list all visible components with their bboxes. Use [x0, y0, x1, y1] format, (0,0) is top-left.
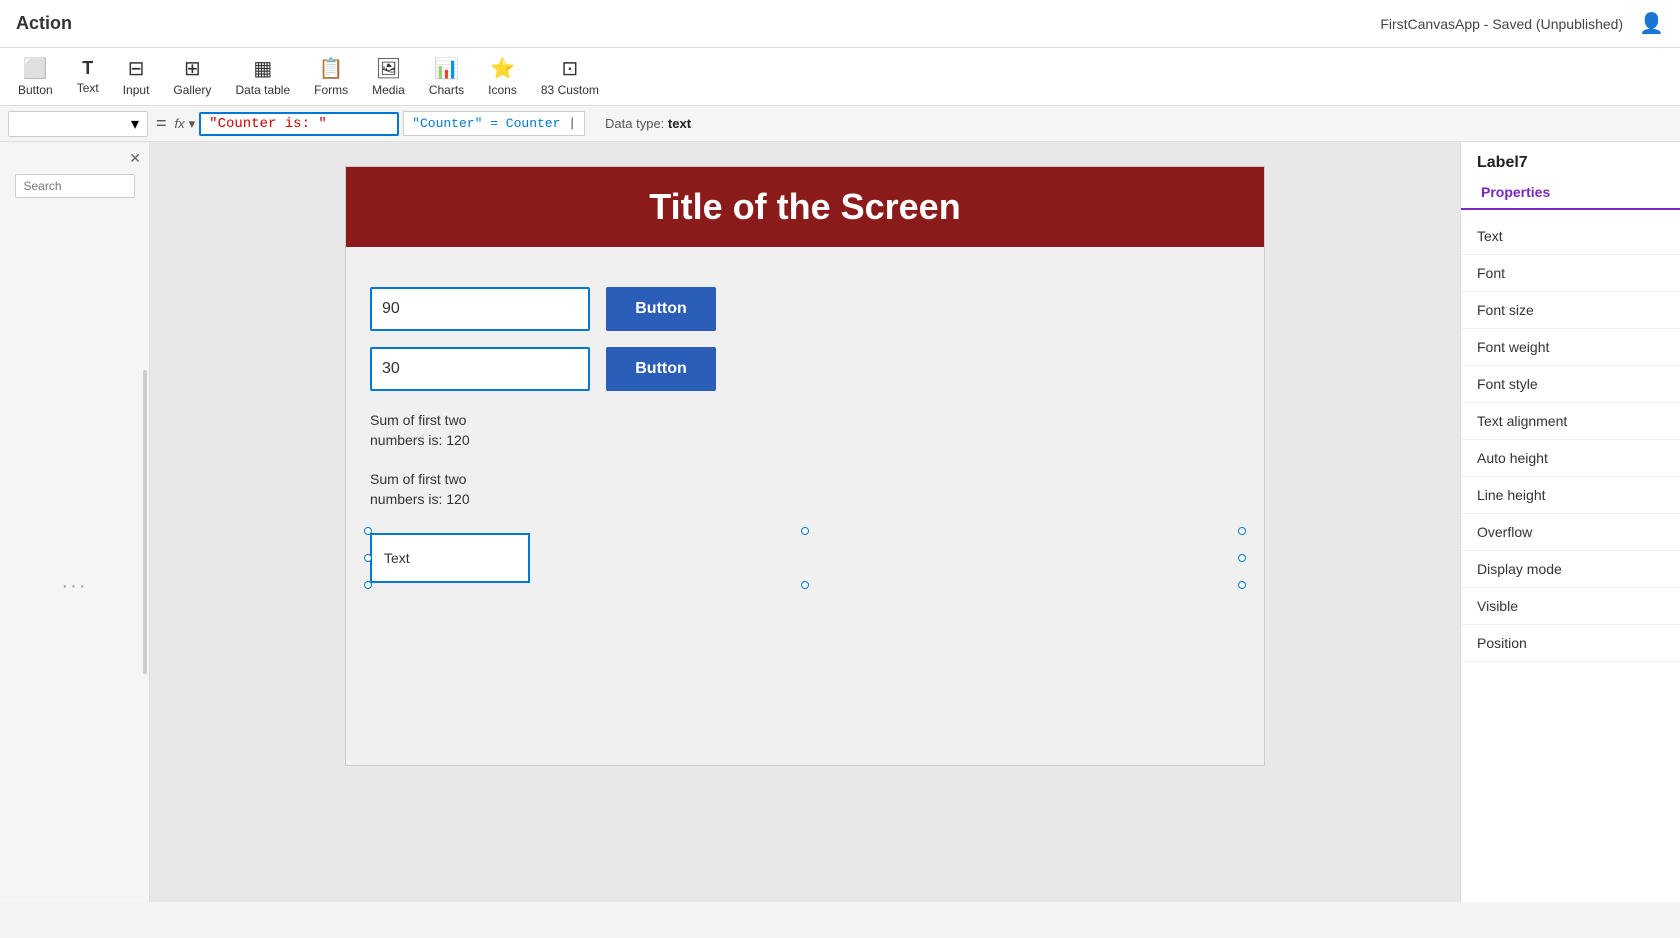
- handle-bottom-right[interactable]: [1238, 581, 1246, 589]
- screen-title: Title of the Screen: [649, 186, 960, 228]
- scrollbar[interactable]: [143, 370, 147, 674]
- handle-middle-left[interactable]: [364, 554, 372, 562]
- custom-icon: ⊡: [562, 56, 579, 81]
- property-position[interactable]: Position: [1461, 625, 1680, 662]
- property-line-height[interactable]: Line height: [1461, 477, 1680, 514]
- button-icon: ⬜: [23, 56, 48, 81]
- close-button[interactable]: ✕: [129, 150, 141, 167]
- equals-icon: =: [156, 113, 167, 134]
- property-font-size[interactable]: Font size: [1461, 292, 1680, 329]
- left-panel: ✕ ···: [0, 142, 150, 902]
- selected-text-element-wrapper[interactable]: Text: [370, 533, 1240, 583]
- ribbon-gallery-label: Gallery: [173, 83, 211, 97]
- selection-handles: [364, 527, 1246, 589]
- autocomplete-text: "Counter" = Counter: [412, 116, 560, 131]
- handle-bottom-middle[interactable]: [801, 581, 809, 589]
- formula-input[interactable]: "Counter is: ": [199, 112, 399, 136]
- property-auto-height[interactable]: Auto height: [1461, 440, 1680, 477]
- fx-label: fx: [175, 116, 185, 131]
- input-row-1: Button: [370, 287, 1240, 331]
- ribbon-charts-label: Charts: [429, 83, 464, 97]
- handle-top-middle[interactable]: [801, 527, 809, 535]
- action-label: Action: [16, 13, 72, 34]
- ribbon-icons[interactable]: ⭐ Icons: [478, 52, 527, 102]
- title-bar-right: FirstCanvasApp - Saved (Unpublished) 👤: [1380, 11, 1664, 36]
- ribbon-forms[interactable]: 📋 Forms: [304, 52, 358, 102]
- ribbon-datatable-label: Data table: [235, 83, 290, 97]
- ribbon-custom-label: 83 Custom: [541, 83, 599, 97]
- ribbon-icons-label: Icons: [488, 83, 517, 97]
- canvas-area: Title of the Screen Button Button Sum of…: [150, 142, 1460, 902]
- forms-icon: 📋: [319, 56, 344, 81]
- more-items-indicator: ···: [62, 575, 88, 598]
- property-font-style[interactable]: Font style: [1461, 366, 1680, 403]
- handle-top-left[interactable]: [364, 527, 372, 535]
- property-dropdown-value: [17, 116, 127, 131]
- property-text-alignment[interactable]: Text alignment: [1461, 403, 1680, 440]
- ribbon-text[interactable]: T Text: [67, 52, 109, 102]
- input-1[interactable]: [370, 287, 590, 331]
- sum-label-2: Sum of first two numbers is: 120: [370, 470, 1240, 509]
- ribbon-forms-label: Forms: [314, 83, 348, 97]
- chevron-down-icon: ▾: [131, 114, 139, 134]
- right-panel-title: Label7: [1461, 142, 1680, 176]
- property-font-weight[interactable]: Font weight: [1461, 329, 1680, 366]
- title-bar: Action FirstCanvasApp - Saved (Unpublish…: [0, 0, 1680, 48]
- ribbon-media-label: Media: [372, 83, 405, 97]
- charts-icon: 📊: [434, 56, 459, 81]
- ribbon-datatable[interactable]: ▦ Data table: [225, 52, 300, 102]
- handle-top-right[interactable]: [1238, 527, 1246, 535]
- ribbon-custom[interactable]: ⊡ 83 Custom: [531, 52, 609, 102]
- property-text[interactable]: Text: [1461, 218, 1680, 255]
- right-panel: Label7 Properties Text Font Font size Fo…: [1460, 142, 1680, 902]
- data-type-label: Data type: text: [605, 116, 691, 131]
- user-icon[interactable]: 👤: [1639, 11, 1664, 36]
- text-icon: T: [82, 58, 93, 79]
- data-type-value: text: [668, 116, 691, 131]
- input-2[interactable]: [370, 347, 590, 391]
- input-icon: ⊟: [128, 56, 145, 81]
- fx-chevron-icon: ▾: [189, 116, 196, 132]
- property-font[interactable]: Font: [1461, 255, 1680, 292]
- screen-title-banner: Title of the Screen: [346, 167, 1264, 247]
- tab-properties[interactable]: Properties: [1469, 176, 1562, 210]
- button-1[interactable]: Button: [606, 287, 716, 331]
- canvas-frame: Title of the Screen Button Button Sum of…: [345, 166, 1265, 766]
- property-overflow[interactable]: Overflow: [1461, 514, 1680, 551]
- ribbon-button[interactable]: ⬜ Button: [8, 52, 63, 102]
- datatable-icon: ▦: [253, 56, 272, 81]
- right-panel-tabs: Properties: [1461, 176, 1680, 210]
- formula-autocomplete: "Counter" = Counter |: [403, 111, 585, 136]
- handle-middle-right[interactable]: [1238, 554, 1246, 562]
- button-2[interactable]: Button: [606, 347, 716, 391]
- handle-bottom-left[interactable]: [364, 581, 372, 589]
- ribbon-gallery[interactable]: ⊞ Gallery: [163, 52, 221, 102]
- property-list: Text Font Font size Font weight Font sty…: [1461, 210, 1680, 670]
- ribbon-button-label: Button: [18, 83, 53, 97]
- app-name: FirstCanvasApp - Saved (Unpublished): [1380, 16, 1623, 32]
- icons-icon: ⭐: [490, 56, 515, 81]
- media-icon: 🖼: [376, 56, 401, 81]
- input-row-2: Button: [370, 347, 1240, 391]
- gallery-icon: ⊞: [184, 56, 201, 81]
- property-visible[interactable]: Visible: [1461, 588, 1680, 625]
- ribbon-input-label: Input: [123, 83, 150, 97]
- cursor-icon: |: [568, 116, 576, 131]
- ribbon-input[interactable]: ⊟ Input: [113, 52, 160, 102]
- property-display-mode[interactable]: Display mode: [1461, 551, 1680, 588]
- ribbon-text-label: Text: [77, 81, 99, 95]
- formula-area: fx ▾ "Counter is: " "Counter" = Counter …: [175, 111, 692, 136]
- sum-label-1: Sum of first two numbers is: 120: [370, 411, 1240, 450]
- ribbon-charts[interactable]: 📊 Charts: [419, 52, 474, 102]
- ribbon: ⬜ Button T Text ⊟ Input ⊞ Gallery ▦ Data…: [0, 48, 1680, 106]
- main-layout: ✕ ··· Title of the Screen Button Butt: [0, 142, 1680, 902]
- ribbon-media[interactable]: 🖼 Media: [362, 52, 415, 102]
- canvas-content: Button Button Sum of first two numbers i…: [346, 247, 1264, 607]
- property-dropdown[interactable]: ▾: [8, 111, 148, 137]
- search-input[interactable]: [15, 174, 135, 198]
- secondary-bar: ▾ = fx ▾ "Counter is: " "Counter" = Coun…: [0, 106, 1680, 142]
